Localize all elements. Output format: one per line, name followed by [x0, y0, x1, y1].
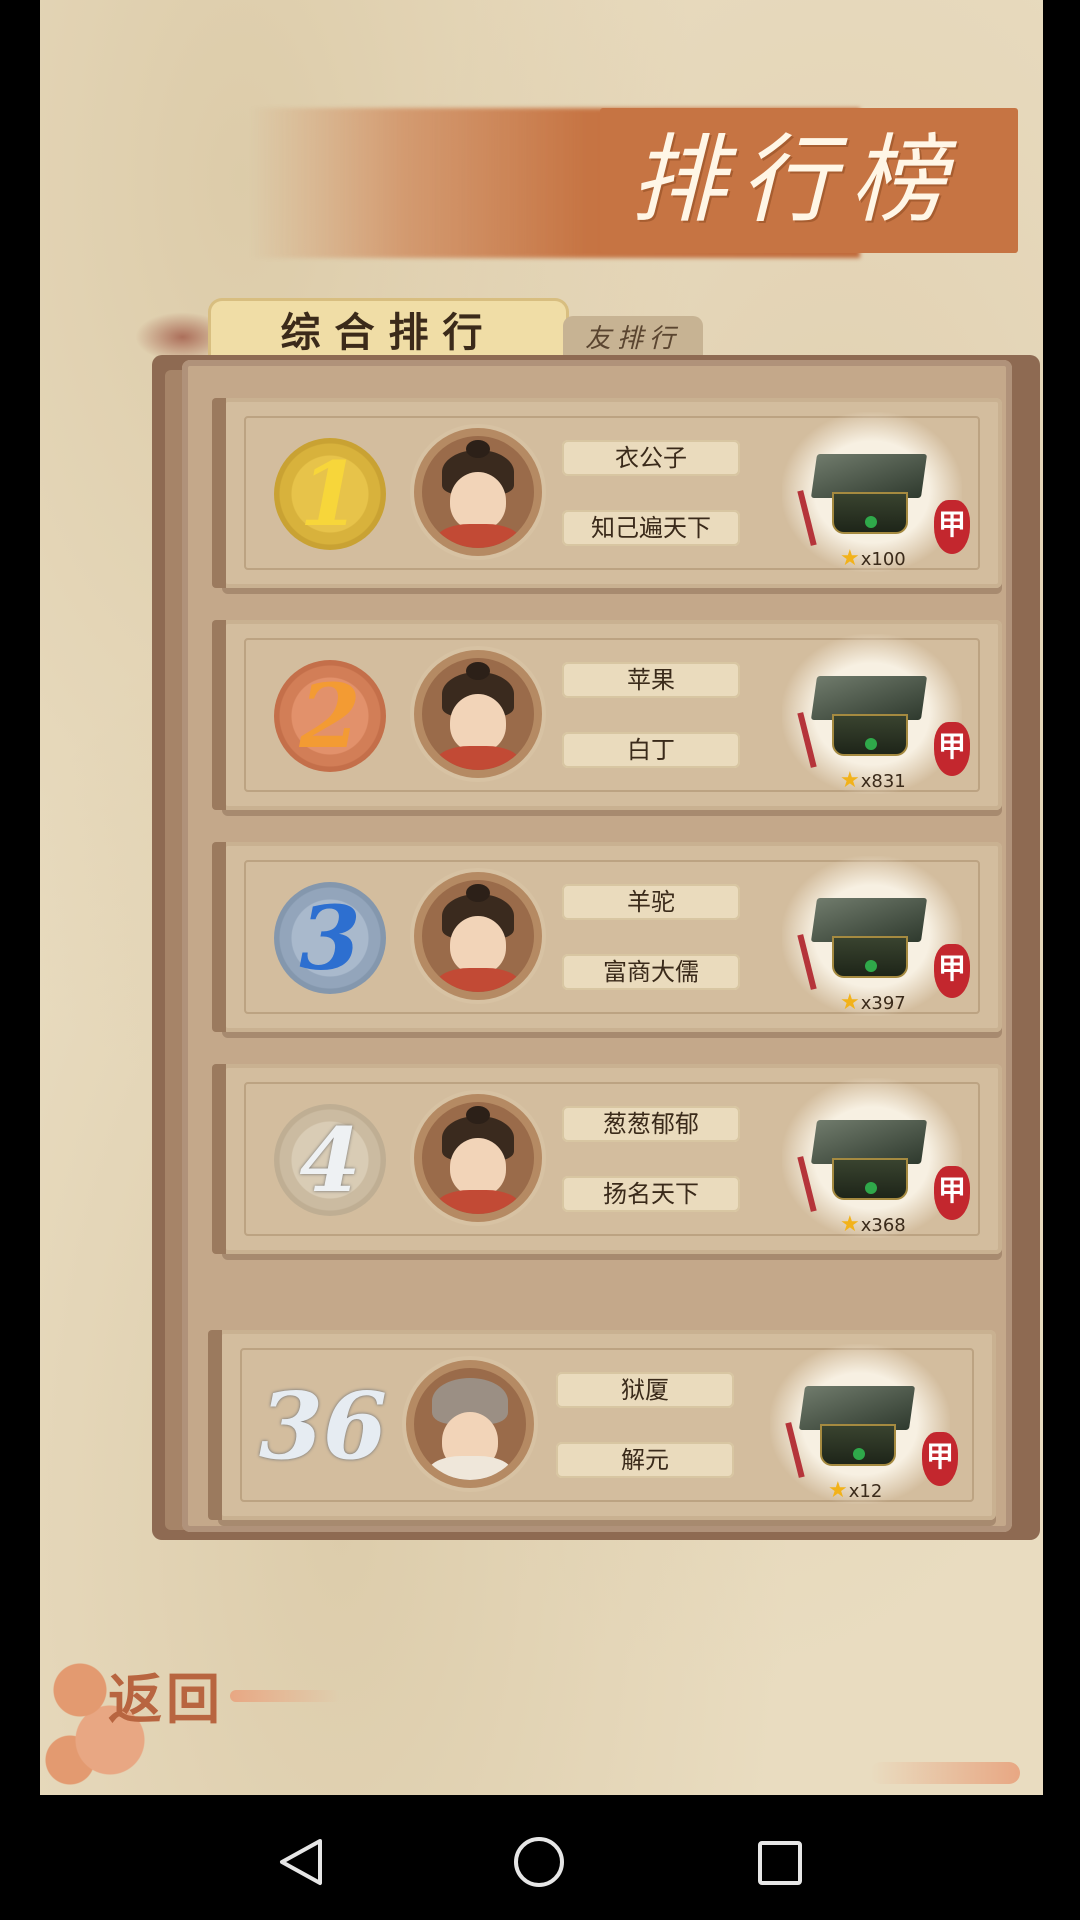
player-name: 苹果	[562, 662, 740, 698]
rank-medal-silver: 3	[274, 882, 386, 994]
row-edge	[212, 398, 226, 588]
player-title: 扬名天下	[562, 1176, 740, 1212]
star-count: ★x100	[840, 546, 906, 571]
reward-cap: 甲 ★x12	[770, 1344, 958, 1504]
star-count-value: x12	[848, 1481, 883, 1502]
player-avatar[interactable]	[414, 428, 542, 556]
recents-square-icon[interactable]	[756, 1839, 804, 1891]
player-avatar[interactable]	[414, 650, 542, 778]
player-avatar[interactable]	[414, 1094, 542, 1222]
leaderboard-row: 4 葱葱郁郁 扬名天下 甲 ★x368	[212, 1064, 1002, 1254]
player-name: 衣公子	[562, 440, 740, 476]
star-count: ★x368	[840, 1212, 906, 1237]
system-nav-bar	[0, 1795, 1080, 1920]
reward-cap: 甲 ★x100	[782, 412, 970, 572]
game-screen: 排行榜 综合排行 友排行 1 衣公子 知己遍天下 甲 ★x100 2 苹果 白丁…	[40, 0, 1043, 1795]
rank-number: 36	[258, 1372, 388, 1480]
swirl-decoration	[870, 1762, 1020, 1784]
row-edge	[212, 842, 226, 1032]
rank-number: 2	[299, 664, 361, 768]
tassel-icon	[797, 712, 817, 768]
star-count-value: x368	[860, 1215, 906, 1236]
seal-stamp: 甲	[934, 1166, 970, 1220]
seal-stamp: 甲	[934, 500, 970, 554]
leaderboard-row: 1 衣公子 知己遍天下 甲 ★x100	[212, 398, 1002, 588]
tab-overall-ranking[interactable]: 综合排行	[208, 298, 569, 363]
tassel-icon	[797, 934, 817, 990]
star-count: ★x831	[840, 768, 906, 793]
star-icon: ★	[840, 546, 860, 571]
player-title: 富商大儒	[562, 954, 740, 990]
row-edge	[212, 1064, 226, 1254]
rank-medal-bronze: 2	[274, 660, 386, 772]
seal-stamp: 甲	[922, 1432, 958, 1486]
my-rank-row: 36 狱厦 解元 甲 ★x12	[208, 1330, 996, 1520]
row-edge	[212, 620, 226, 810]
reward-cap: 甲 ★x831	[782, 634, 970, 794]
reward-cap: 甲 ★x397	[782, 856, 970, 1016]
leaderboard-row: 3 羊驼 富商大儒 甲 ★x397	[212, 842, 1002, 1032]
tassel-icon	[785, 1422, 805, 1478]
player-title: 解元	[556, 1442, 734, 1478]
star-count-value: x100	[860, 549, 906, 570]
player-name: 葱葱郁郁	[562, 1106, 740, 1142]
swirl-decoration	[230, 1690, 340, 1702]
row-edge	[208, 1330, 222, 1520]
star-icon: ★	[840, 1212, 860, 1237]
rank-number: 1	[299, 442, 361, 546]
reward-cap: 甲 ★x368	[782, 1078, 970, 1238]
player-name: 羊驼	[562, 884, 740, 920]
star-icon: ★	[840, 990, 860, 1015]
player-name: 狱厦	[556, 1372, 734, 1408]
back-triangle-icon[interactable]	[276, 1837, 326, 1891]
rank-medal-plain: 4	[274, 1104, 386, 1216]
star-icon: ★	[840, 768, 860, 793]
leaderboard-row: 2 苹果 白丁 甲 ★x831	[212, 620, 1002, 810]
player-avatar[interactable]	[414, 872, 542, 1000]
tassel-icon	[797, 1156, 817, 1212]
player-title: 知己遍天下	[562, 510, 740, 546]
player-title: 白丁	[562, 732, 740, 768]
home-circle-icon[interactable]	[512, 1835, 566, 1893]
page-title: 排行榜	[630, 124, 960, 236]
tab-friend-ranking[interactable]: 友排行	[563, 316, 703, 360]
player-avatar[interactable]	[406, 1360, 534, 1488]
back-button[interactable]: 返回	[108, 1655, 224, 1734]
star-count: ★x397	[840, 990, 906, 1015]
rank-number: 4	[299, 1108, 361, 1212]
rank-number: 3	[299, 886, 361, 990]
seal-stamp: 甲	[934, 722, 970, 776]
star-icon: ★	[828, 1478, 848, 1503]
seal-stamp: 甲	[934, 944, 970, 998]
star-count-value: x831	[860, 771, 906, 792]
tassel-icon	[797, 490, 817, 546]
star-count: ★x12	[828, 1478, 882, 1503]
star-count-value: x397	[860, 993, 906, 1014]
my-rank-number-badge: 36	[258, 1370, 388, 1482]
rank-medal-gold: 1	[274, 438, 386, 550]
